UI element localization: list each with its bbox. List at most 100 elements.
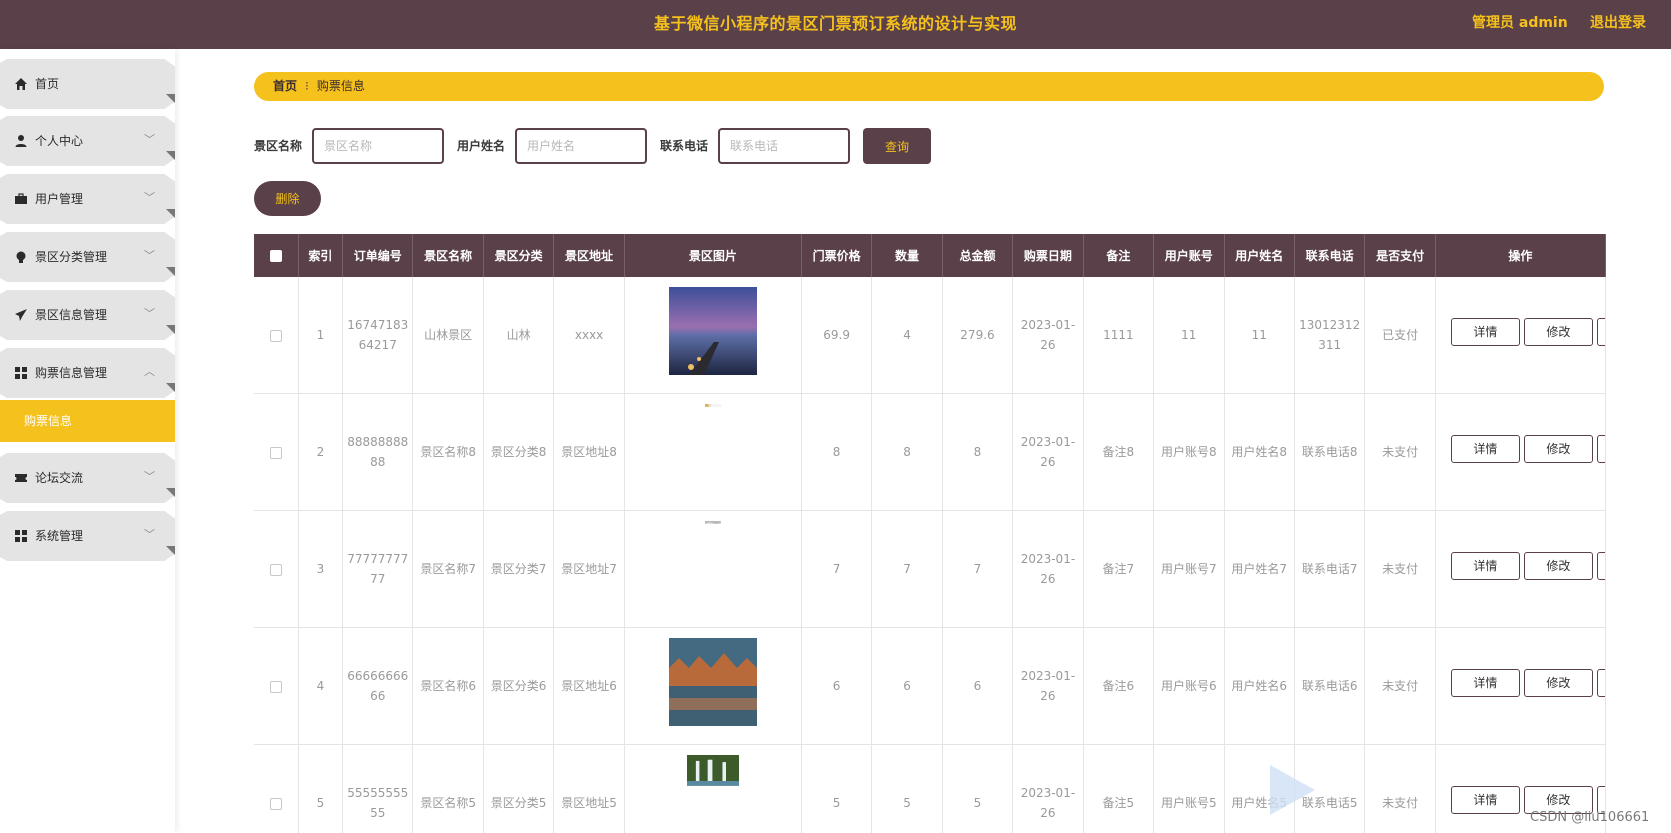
cell-total: 8 bbox=[942, 393, 1014, 511]
sidebar-item-label: 首页 bbox=[35, 77, 60, 91]
header-cell[interactable]: 订单编号 bbox=[342, 234, 414, 277]
scenic-image-cell bbox=[624, 393, 802, 511]
row-select-cell[interactable] bbox=[254, 393, 299, 511]
cell-price: 5 bbox=[801, 744, 873, 833]
header-cell[interactable]: 索引 bbox=[298, 234, 344, 277]
detail-button[interactable]: 详情 bbox=[1450, 435, 1520, 463]
user-name-input[interactable] bbox=[515, 128, 647, 164]
cell-address: 景区地址5 bbox=[553, 744, 625, 833]
cell-date: 2023-01-26 bbox=[1012, 627, 1084, 745]
row-select-cell[interactable] bbox=[254, 510, 299, 628]
row-select-cell[interactable] bbox=[254, 627, 299, 745]
row-checkbox[interactable] bbox=[269, 446, 282, 459]
sidebar-item-system-management[interactable]: 系统管理 ﹀ bbox=[0, 511, 175, 561]
edit-button[interactable]: 修改 bbox=[1523, 552, 1593, 580]
breadcrumb-home[interactable]: 首页 bbox=[273, 79, 297, 93]
select-all-checkbox[interactable] bbox=[269, 250, 282, 262]
delete-row-button[interactable] bbox=[1596, 318, 1605, 346]
header-cell[interactable]: 联系电话 bbox=[1294, 234, 1366, 277]
phone-label: 联系电话 bbox=[660, 139, 709, 153]
chevron-down-icon: ﹀ bbox=[144, 307, 155, 320]
cell-phone: 13012312311 bbox=[1294, 277, 1366, 394]
header-cell[interactable]: 购票日期 bbox=[1012, 234, 1084, 277]
scenic-image bbox=[629, 638, 797, 726]
cell-address: xxxx bbox=[553, 277, 625, 394]
edit-button[interactable]: 修改 bbox=[1523, 669, 1593, 697]
cell-price: 6 bbox=[801, 627, 873, 745]
table-header-row: 索引 订单编号 景区名称 景区分类 景区地址 景区图片 门票价格 数量 总金额 … bbox=[254, 234, 1606, 277]
cell-paid: 未支付 bbox=[1364, 393, 1436, 511]
sidebar-item-home[interactable]: 首页 bbox=[0, 59, 175, 109]
logout-link[interactable]: 退出登录 bbox=[1590, 0, 1646, 46]
grid-icon bbox=[14, 529, 28, 543]
cell-note: 备注8 bbox=[1083, 393, 1155, 511]
edit-button[interactable]: 修改 bbox=[1523, 318, 1593, 346]
scenic-image bbox=[629, 404, 797, 420]
header-cell[interactable]: 景区地址 bbox=[553, 234, 625, 277]
sidebar-item-label: 系统管理 bbox=[35, 529, 84, 543]
chevron-up-icon: ︿ bbox=[144, 365, 155, 378]
query-button[interactable]: 查询 bbox=[863, 128, 931, 164]
header-cell[interactable]: 是否支付 bbox=[1364, 234, 1436, 277]
cell-account: 用户账号8 bbox=[1153, 393, 1225, 511]
cell-date: 2023-01-26 bbox=[1012, 393, 1084, 511]
cell-price: 8 bbox=[801, 393, 873, 511]
table-row: 2 8888888888 景区名称8 景区分类8 景区地址8 8 8 8 2023-01-26 备… bbox=[254, 393, 1606, 511]
cell-account: 用户账号7 bbox=[1153, 510, 1225, 628]
sidebar-subitem-ticket-info[interactable]: 购票信息 bbox=[0, 400, 175, 442]
scenic-name-input[interactable] bbox=[312, 128, 444, 164]
phone-input[interactable] bbox=[718, 128, 850, 164]
detail-button[interactable]: 详情 bbox=[1450, 552, 1520, 580]
detail-button[interactable]: 详情 bbox=[1450, 318, 1520, 346]
cell-qty: 8 bbox=[871, 393, 943, 511]
row-select-cell[interactable] bbox=[254, 744, 299, 833]
cell-qty: 5 bbox=[871, 744, 943, 833]
corner-decoration bbox=[166, 151, 175, 160]
edit-button[interactable]: 修改 bbox=[1523, 435, 1593, 463]
cell-phone: 联系电话6 bbox=[1294, 627, 1366, 745]
watermark: CSDN @liu106661 bbox=[1530, 810, 1650, 825]
cell-order-no: 6666666666 bbox=[342, 627, 414, 745]
sidebar-item-forum[interactable]: 论坛交流 ﹀ bbox=[0, 453, 175, 503]
row-checkbox[interactable] bbox=[269, 563, 282, 576]
chevron-down-icon: ﹀ bbox=[144, 191, 155, 204]
header-cell[interactable]: 数量 bbox=[871, 234, 943, 277]
cell-category: 景区分类5 bbox=[483, 744, 555, 833]
sidebar-item-scenic-category[interactable]: 景区分类管理 ﹀ bbox=[0, 232, 175, 282]
header-cell[interactable]: 总金额 bbox=[942, 234, 1014, 277]
header-cell[interactable]: 景区图片 bbox=[624, 234, 802, 277]
cell-paid: 已支付 bbox=[1364, 277, 1436, 394]
header-cell[interactable]: 景区名称 bbox=[412, 234, 484, 277]
cell-index: 4 bbox=[298, 627, 344, 745]
delete-button[interactable]: 删除 bbox=[254, 181, 321, 216]
delete-row-button[interactable] bbox=[1596, 669, 1605, 697]
header-cell[interactable]: 用户账号 bbox=[1153, 234, 1225, 277]
header-cell[interactable]: 备注 bbox=[1083, 234, 1155, 277]
scenic-image-cell bbox=[624, 510, 802, 628]
delete-row-button[interactable] bbox=[1596, 435, 1605, 463]
scenic-image-cell bbox=[624, 744, 802, 833]
header-cell[interactable]: 门票价格 bbox=[801, 234, 873, 277]
row-checkbox[interactable] bbox=[269, 329, 282, 342]
header-select-all[interactable] bbox=[254, 234, 299, 277]
sidebar-item-personal-center[interactable]: 个人中心 ﹀ bbox=[0, 116, 175, 166]
header-cell[interactable]: 用户姓名 bbox=[1224, 234, 1295, 277]
cell-user-name: 用户姓名6 bbox=[1224, 627, 1295, 745]
cell-category: 景区分类6 bbox=[483, 627, 555, 745]
cell-index: 5 bbox=[298, 744, 344, 833]
sidebar-item-scenic-info[interactable]: 景区信息管理 ﹀ bbox=[0, 290, 175, 340]
cell-note: 备注5 bbox=[1083, 744, 1155, 833]
cell-total: 5 bbox=[942, 744, 1014, 833]
cell-qty: 4 bbox=[871, 277, 943, 394]
row-checkbox[interactable] bbox=[269, 797, 282, 810]
header-cell[interactable]: 景区分类 bbox=[483, 234, 555, 277]
row-select-cell[interactable] bbox=[254, 277, 299, 394]
sidebar-item-user-management[interactable]: 用户管理 ﹀ bbox=[0, 174, 175, 224]
briefcase-icon bbox=[14, 192, 28, 206]
sidebar-item-ticket-management[interactable]: 购票信息管理 ︿ bbox=[0, 348, 175, 398]
detail-button[interactable]: 详情 bbox=[1450, 669, 1520, 697]
row-checkbox[interactable] bbox=[269, 680, 282, 693]
cell-phone: 联系电话8 bbox=[1294, 393, 1366, 511]
delete-row-button[interactable] bbox=[1596, 552, 1605, 580]
cell-index: 3 bbox=[298, 510, 344, 628]
